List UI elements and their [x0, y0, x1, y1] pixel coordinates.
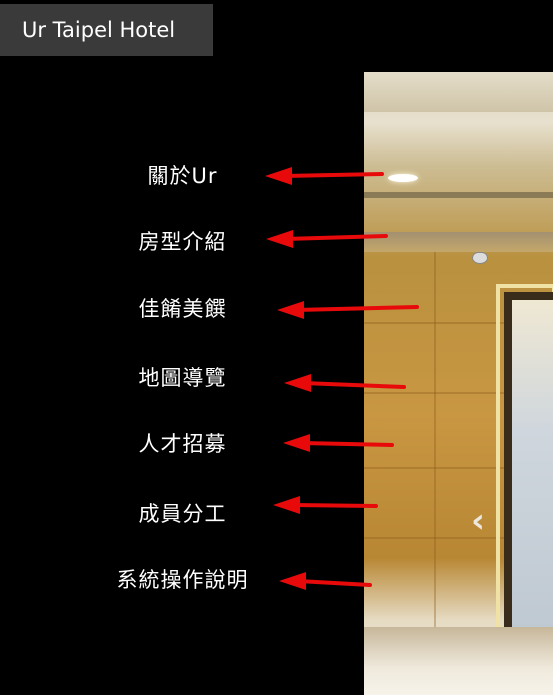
ceiling-light	[388, 174, 418, 182]
hotel-lobby-photo	[364, 72, 553, 695]
ceiling-band	[364, 192, 553, 198]
security-camera	[472, 252, 488, 264]
doorway	[504, 292, 553, 630]
chevron-left-icon[interactable]: ‹	[463, 503, 493, 539]
menu-item-about[interactable]: 關於Ur	[0, 153, 365, 197]
wall-panel	[434, 252, 436, 632]
menu-item-guide[interactable]: 系統操作說明	[0, 557, 365, 601]
menu-item-team[interactable]: 成員分工	[0, 491, 365, 535]
page: Ur Taipel Hotel 關於Ur 房型介紹 佳餚美饌 地圖導覽 人才招募…	[0, 0, 553, 695]
lobby-floor	[364, 627, 553, 695]
ceiling-band	[364, 232, 553, 252]
menu-item-label: 關於Ur	[147, 164, 218, 188]
menu-item-map[interactable]: 地圖導覽	[0, 355, 365, 399]
menu-item-label: 人才招募	[138, 432, 227, 456]
menu-item-dining[interactable]: 佳餚美饌	[0, 286, 365, 330]
menu-item-label: 房型介紹	[138, 230, 227, 254]
menu-item-rooms[interactable]: 房型介紹	[0, 219, 365, 263]
ceiling-band	[364, 72, 553, 112]
main-menu: 關於Ur 房型介紹 佳餚美饌 地圖導覽 人才招募 成員分工 系統操作說明	[0, 0, 365, 695]
menu-item-label: 成員分工	[138, 502, 227, 526]
menu-item-label: 佳餚美饌	[138, 297, 227, 321]
menu-item-careers[interactable]: 人才招募	[0, 421, 365, 465]
menu-item-label: 系統操作說明	[116, 568, 249, 592]
menu-item-label: 地圖導覽	[138, 366, 227, 390]
